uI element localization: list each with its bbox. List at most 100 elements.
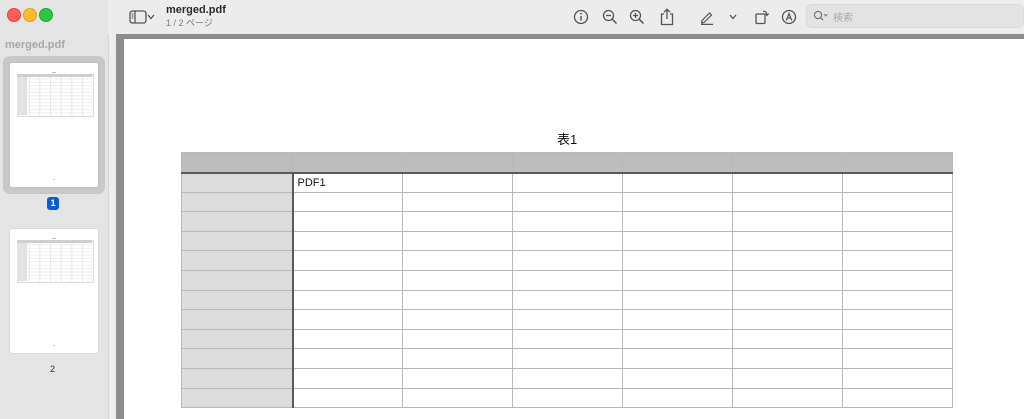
- table-cell: [512, 309, 623, 330]
- cell-text: [623, 372, 627, 384]
- cell-text: [403, 392, 407, 404]
- cell-text: [513, 215, 517, 227]
- row-header-cell: [181, 328, 294, 350]
- page-number-badge-1: 1: [47, 197, 59, 210]
- cell-text: [294, 294, 298, 306]
- sidebar-document-title: merged.pdf: [5, 39, 65, 51]
- highlight-pen-icon[interactable]: [697, 7, 717, 27]
- cell-text: [843, 177, 847, 189]
- zoom-out-icon[interactable]: [600, 7, 620, 27]
- cell-text: [403, 255, 407, 267]
- table-row: [181, 269, 953, 291]
- table-cell: [402, 172, 513, 193]
- page-thumbnail-1[interactable]: [10, 63, 98, 187]
- table-cell: [732, 348, 843, 369]
- cell-text: [403, 353, 407, 365]
- page-thumbnail-2[interactable]: [10, 229, 98, 353]
- search-icon: [813, 9, 829, 27]
- cell-text: [623, 294, 627, 306]
- cell-text: [843, 274, 847, 286]
- cell-text: [403, 313, 407, 325]
- table-cell: [732, 172, 843, 193]
- table-cell: [732, 250, 843, 271]
- cell-text: [733, 274, 737, 286]
- cell-text: [843, 235, 847, 247]
- cell-text: [182, 313, 186, 325]
- table-cell: [402, 289, 513, 311]
- table-cell: [292, 348, 403, 369]
- close-window-button[interactable]: [7, 8, 21, 22]
- cell-text: [182, 177, 186, 189]
- markup-icon[interactable]: [779, 7, 799, 27]
- cell-text: [294, 274, 298, 286]
- table-row: PDF1: [181, 172, 953, 193]
- table-cell: [402, 387, 513, 409]
- table-cell: [292, 387, 403, 409]
- row-header-cell: [181, 348, 294, 369]
- table-row: [181, 211, 953, 232]
- table-cell: [402, 211, 513, 232]
- cell-text: [623, 235, 627, 247]
- rotate-icon[interactable]: [752, 7, 772, 27]
- cell-text: [403, 215, 407, 227]
- chevron-down-icon[interactable]: [726, 7, 740, 27]
- table-cell: [842, 309, 953, 330]
- row-header-cell: [181, 172, 294, 193]
- table-cell: [842, 269, 953, 291]
- cell-text: [623, 255, 627, 267]
- table-cell: [512, 211, 623, 232]
- row-header-cell: [181, 250, 294, 271]
- table-header-cell: [842, 152, 953, 174]
- thumbnail-sidebar: merged.pdf 1 2: [0, 0, 109, 419]
- cell-text: [733, 333, 737, 345]
- cell-text: [733, 372, 737, 384]
- cell-text: [733, 353, 737, 365]
- table-cell: [732, 367, 843, 389]
- cell-text: [513, 294, 517, 306]
- table-cell: [402, 191, 513, 213]
- cell-text: [403, 333, 407, 345]
- cell-text: [843, 196, 847, 208]
- search-field[interactable]: 検索: [806, 4, 1024, 28]
- table-cell: [512, 367, 623, 389]
- table-cell: [292, 191, 403, 213]
- table-cell: [292, 328, 403, 350]
- table-cell: [622, 289, 733, 311]
- info-icon[interactable]: [571, 7, 591, 27]
- table-header-cell: [402, 152, 513, 174]
- table-cell: [402, 230, 513, 252]
- cell-text: [843, 333, 847, 345]
- cell-text: [294, 255, 298, 267]
- table-cell: [512, 348, 623, 369]
- table-cell: [292, 289, 403, 311]
- cell-text: [843, 255, 847, 267]
- table-cell: [622, 172, 733, 193]
- cell-text: [513, 235, 517, 247]
- page-number-label-2: 2: [50, 364, 56, 374]
- minimize-window-button[interactable]: [23, 8, 37, 22]
- cell-text: [403, 274, 407, 286]
- cell-text: [623, 215, 627, 227]
- table-cell: [622, 230, 733, 252]
- share-icon[interactable]: [657, 7, 677, 27]
- table-cell: [732, 230, 843, 252]
- chevron-down-icon[interactable]: [144, 7, 158, 27]
- table-cell: [732, 387, 843, 409]
- cell-text: [294, 215, 298, 227]
- zoom-window-button[interactable]: [39, 8, 53, 22]
- table-cell: [622, 269, 733, 291]
- cell-text: [623, 392, 627, 404]
- table-cell: [402, 367, 513, 389]
- table-row: [181, 250, 953, 271]
- zoom-in-icon[interactable]: [627, 7, 647, 27]
- table-row: [181, 191, 953, 213]
- table-title: 表1: [557, 132, 578, 147]
- cell-text: [623, 353, 627, 365]
- table-cell: [732, 289, 843, 311]
- table-row: [181, 387, 953, 409]
- cell-text: [513, 255, 517, 267]
- cell-text: [733, 215, 737, 227]
- cell-text: [294, 196, 298, 208]
- table-row: [181, 230, 953, 252]
- cell-text: [294, 235, 298, 247]
